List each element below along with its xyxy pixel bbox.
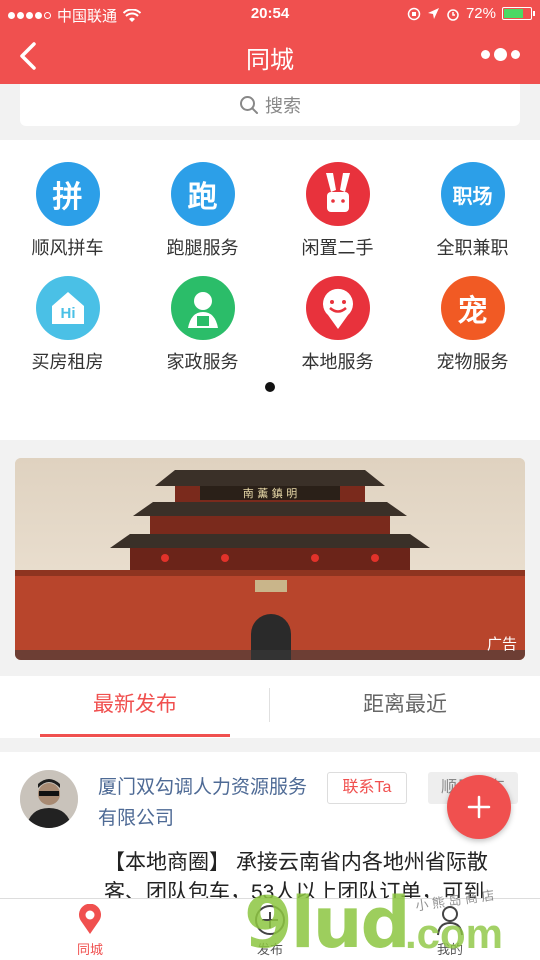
tabbar-item-publish[interactable]: 发布 bbox=[180, 903, 360, 958]
plus-icon bbox=[467, 795, 491, 819]
search-placeholder: 搜索 bbox=[265, 96, 301, 116]
tabbar-label: 同城 bbox=[76, 942, 103, 957]
category-secondhand[interactable]: 闲置二手 bbox=[270, 162, 405, 260]
errand-icon: 跑 bbox=[170, 162, 235, 226]
gate-sign-text: 南 薰 鎮 明 bbox=[243, 486, 298, 500]
category-pets[interactable]: 宠 宠物服务 bbox=[405, 276, 540, 374]
category-label: 跑腿服务 bbox=[166, 238, 239, 258]
person-icon bbox=[437, 906, 463, 936]
location-arrow-icon bbox=[427, 8, 439, 19]
battery-icon bbox=[502, 7, 535, 20]
tabbar-item-mine[interactable]: 我的 bbox=[360, 903, 540, 958]
carpool-icon: 拼 bbox=[35, 162, 100, 226]
job-icon: 职场 bbox=[440, 162, 505, 226]
post-content[interactable]: 【本地商圈】 承接云南省内各地州省际散客、团队包车，53人以上团队订单，可到 bbox=[104, 848, 516, 898]
orientation-lock-icon bbox=[407, 7, 421, 20]
tabbar-label: 发布 bbox=[256, 942, 283, 957]
page-indicator[interactable] bbox=[265, 382, 275, 392]
smiley-pin-icon bbox=[305, 276, 370, 340]
contact-button[interactable]: 联系Ta bbox=[327, 772, 407, 804]
alarm-icon bbox=[447, 8, 459, 21]
category-label: 闲置二手 bbox=[301, 238, 374, 258]
category-label: 本地服务 bbox=[301, 352, 374, 372]
page-title: 同城 bbox=[246, 47, 294, 74]
active-tab-indicator bbox=[40, 734, 230, 737]
avatar[interactable] bbox=[20, 770, 78, 828]
search-icon bbox=[240, 96, 258, 114]
category-grid: 拼 顺风拼车 跑 跑腿服务 闲置二手 职场 全职兼职 Hi 买房租房 家政服务 … bbox=[0, 140, 540, 440]
tab-nearest[interactable]: 距离最近 bbox=[270, 676, 540, 738]
category-errand[interactable]: 跑 跑腿服务 bbox=[135, 162, 270, 260]
category-label: 顺风拼车 bbox=[31, 238, 104, 258]
add-post-button[interactable] bbox=[447, 775, 511, 839]
category-housing[interactable]: Hi 买房租房 bbox=[0, 276, 135, 374]
category-carpool[interactable]: 拼 顺风拼车 bbox=[0, 162, 135, 260]
tabbar-item-local[interactable]: 同城 bbox=[0, 903, 180, 958]
category-label: 买房租房 bbox=[31, 352, 104, 372]
search-area: 搜索 bbox=[0, 84, 540, 140]
category-jobs[interactable]: 职场 全职兼职 bbox=[405, 162, 540, 260]
more-options-icon[interactable] bbox=[481, 48, 520, 61]
category-local[interactable]: 本地服务 bbox=[270, 276, 405, 374]
category-housekeeping[interactable]: 家政服务 bbox=[135, 276, 270, 374]
ad-label: 广告 bbox=[486, 636, 517, 653]
battery-percent: 72% bbox=[465, 5, 496, 22]
tab-latest[interactable]: 最新发布 bbox=[0, 676, 270, 738]
banner-image: 南 薰 鎮 明 bbox=[15, 458, 525, 660]
post-author[interactable]: 厦门双勾调人力资源服务有限公司 bbox=[98, 772, 320, 834]
pet-icon: 宠 bbox=[440, 276, 505, 340]
banner-ad[interactable]: 南 薰 鎮 明 广告 bbox=[15, 458, 525, 660]
plus-circle-icon bbox=[255, 905, 285, 935]
category-label: 全职兼职 bbox=[436, 238, 509, 258]
status-bar: 中国联通 20:54 72% bbox=[0, 0, 540, 28]
category-label: 家政服务 bbox=[166, 352, 239, 372]
category-label: 宠物服务 bbox=[436, 352, 509, 372]
tabbar-label: 我的 bbox=[436, 942, 463, 957]
house-icon: Hi bbox=[35, 276, 100, 340]
bunny-icon bbox=[305, 162, 370, 226]
feed-tabs: 最新发布 距离最近 bbox=[0, 676, 540, 738]
svg-text:Hi: Hi bbox=[60, 305, 75, 322]
location-pin-icon bbox=[79, 904, 101, 934]
housekeeper-icon bbox=[170, 276, 235, 340]
bottom-tab-bar: 同城 发布 我的 bbox=[0, 898, 540, 960]
nav-bar: 同城 bbox=[0, 28, 540, 84]
search-input[interactable]: 搜索 bbox=[20, 84, 520, 126]
